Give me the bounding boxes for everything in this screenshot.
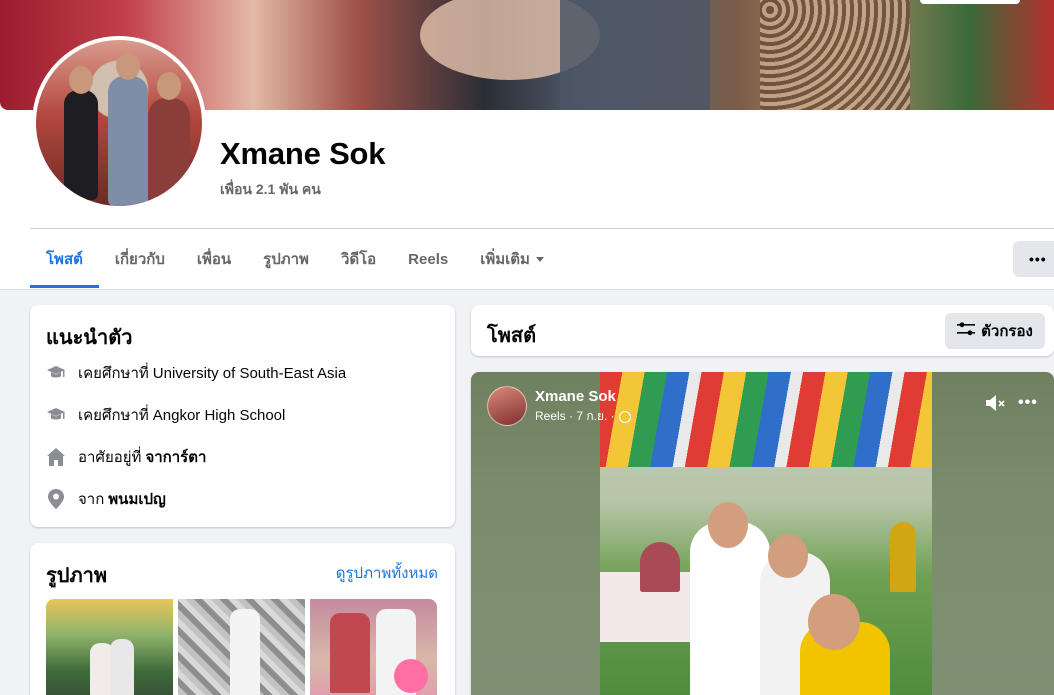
tab-photos-label: รูปภาพ — [263, 251, 309, 268]
tab-videos[interactable]: วิดีโอ — [325, 230, 392, 288]
globe-icon — [618, 410, 631, 423]
intro-link-hometown[interactable]: พนมเปญ — [108, 487, 165, 511]
muted-speaker-icon[interactable] — [984, 393, 1008, 413]
intro-item-lives-in: อาศัยอยู่ที่ จาการ์ตา — [46, 445, 206, 469]
tab-friends[interactable]: เพื่อน — [181, 230, 247, 288]
tab-reels-label: Reels — [408, 250, 449, 268]
intro-link-school[interactable]: Angkor High School — [153, 407, 286, 424]
profile-more-button[interactable]: ••• — [1013, 241, 1054, 277]
intro-prefix: จาก — [78, 491, 105, 508]
friends-count[interactable]: เพื่อน 2.1 พัน คน — [220, 179, 321, 201]
intro-item-education-2: เคยศึกษาที่ Angkor High School — [46, 403, 285, 427]
filter-sliders-icon — [957, 322, 976, 340]
intro-item-education-1: เคยศึกษาที่ University of South-East Asi… — [46, 361, 346, 385]
posts-header-card: โพสต์ ตัวกรอง — [471, 305, 1054, 356]
graduation-cap-icon — [46, 405, 66, 425]
tab-posts-label: โพสต์ — [46, 251, 83, 268]
filter-button-label: ตัวกรอง — [981, 323, 1033, 340]
caret-down-icon — [535, 256, 544, 262]
intro-card: แนะนำตัว เคยศึกษาที่ University of South… — [30, 305, 455, 527]
profile-picture[interactable] — [32, 36, 206, 210]
tab-about[interactable]: เกี่ยวกับ — [99, 230, 181, 288]
tab-friends-label: เพื่อน — [196, 251, 232, 268]
filter-button[interactable]: ตัวกรอง — [945, 313, 1045, 349]
profile-name: Xmane Sok — [220, 136, 386, 171]
reel-meta: Reels · 7 ก.ย. · — [535, 407, 631, 426]
tab-reels[interactable]: Reels — [392, 230, 464, 288]
reel-meta-text[interactable]: Reels · 7 ก.ย. · — [535, 407, 615, 426]
home-icon — [46, 447, 66, 467]
tab-posts[interactable]: โพสต์ — [30, 230, 99, 288]
photo-thumbnail[interactable] — [178, 599, 305, 695]
intro-prefix: เคยศึกษาที่ — [78, 365, 149, 382]
graduation-cap-icon — [46, 363, 66, 383]
reel-author-name[interactable]: Xmane Sok — [535, 388, 616, 405]
photo-thumbnail[interactable] — [310, 599, 437, 695]
see-all-photos-link[interactable]: ดูรูปภาพทั้งหมด — [336, 561, 438, 585]
photos-card: รูปภาพ ดูรูปภาพทั้งหมด — [30, 543, 455, 695]
tab-videos-label: วิดีโอ — [340, 251, 377, 268]
intro-item-from: จาก พนมเปญ — [46, 487, 166, 511]
tab-more-label: เพิ่มเติม — [480, 251, 530, 268]
tab-about-label: เกี่ยวกับ — [114, 251, 165, 268]
location-pin-icon — [46, 489, 66, 509]
tab-more[interactable]: เพิ่มเติม — [464, 230, 560, 288]
reel-more-options[interactable]: ••• — [1018, 394, 1038, 412]
photos-title: รูปภาพ — [46, 565, 108, 587]
reel-video[interactable] — [600, 372, 932, 695]
photo-thumbnail[interactable] — [46, 599, 173, 695]
intro-prefix: เคยศึกษาที่ — [78, 407, 149, 424]
posts-title: โพสต์ — [487, 325, 537, 347]
reel-author-avatar[interactable] — [487, 386, 527, 426]
reel-post[interactable]: Xmane Sok Reels · 7 ก.ย. · ••• — [471, 372, 1054, 695]
profile-header: Xmane Sok เพื่อน 2.1 พัน คน โพสต์ เกี่ยว… — [0, 0, 1054, 290]
tab-photos[interactable]: รูปภาพ — [247, 230, 325, 288]
intro-link-city[interactable]: จาการ์ตา — [145, 445, 206, 469]
intro-title: แนะนำตัว — [46, 327, 133, 349]
intro-link-school[interactable]: University of South-East Asia — [153, 365, 346, 382]
profile-tabs: โพสต์ เกี่ยวกับ เพื่อน รูปภาพ วิดีโอ Ree… — [30, 230, 560, 288]
intro-prefix: อาศัยอยู่ที่ — [78, 449, 142, 466]
header-divider — [30, 228, 1054, 229]
